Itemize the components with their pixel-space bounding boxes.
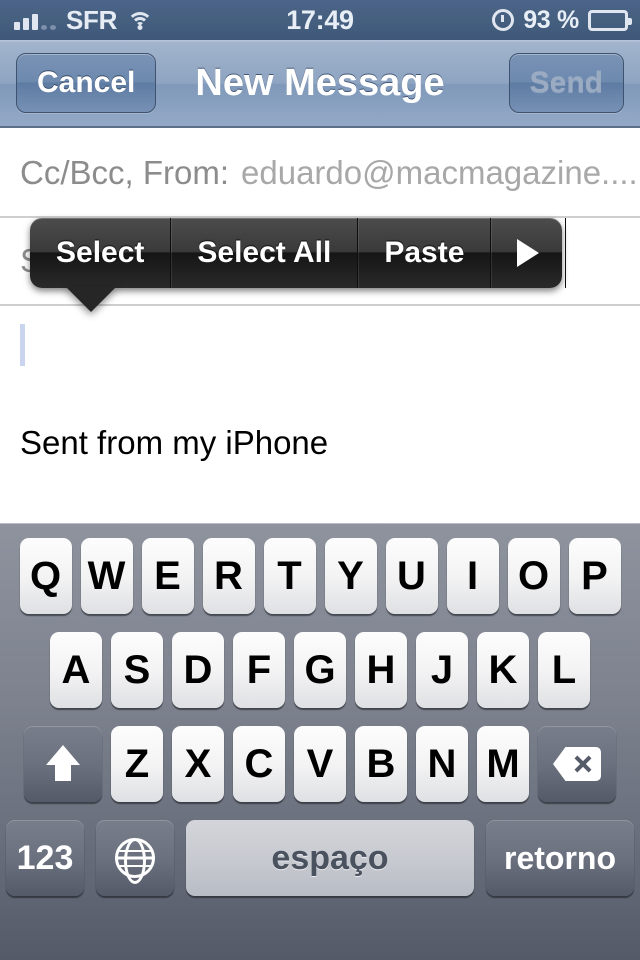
key-b[interactable]: B bbox=[355, 726, 407, 802]
key-g[interactable]: G bbox=[294, 632, 346, 708]
key-i[interactable]: I bbox=[446, 538, 499, 614]
cc-bcc-from-field[interactable]: Cc/Bcc, From: eduardo@macmagazine.... bbox=[0, 130, 640, 218]
paste-menu-item[interactable]: Paste bbox=[358, 218, 492, 288]
keyboard-row-3: Z X C V B N M bbox=[0, 726, 640, 802]
alarm-clock-icon bbox=[492, 9, 515, 31]
text-cursor bbox=[20, 324, 25, 366]
arrow-right-icon bbox=[517, 239, 540, 267]
key-n[interactable]: N bbox=[416, 726, 468, 802]
key-u[interactable]: U bbox=[385, 538, 438, 614]
delete-backspace-icon bbox=[553, 747, 601, 781]
iphone-screen: SFR 17:49 93 % Cancel New Message Send C… bbox=[0, 0, 640, 960]
space-key[interactable]: espaço bbox=[186, 820, 474, 896]
key-l[interactable]: L bbox=[538, 632, 590, 708]
from-address-value: eduardo@macmagazine.... bbox=[241, 154, 638, 191]
key-s[interactable]: S bbox=[111, 632, 163, 708]
battery-percentage: 93 % bbox=[523, 5, 579, 34]
onscreen-keyboard: Q W E R T Y U I O P A S D F G H J K L Z bbox=[0, 523, 640, 960]
language-globe-key[interactable] bbox=[96, 820, 174, 896]
key-e[interactable]: E bbox=[141, 538, 194, 614]
key-w[interactable]: W bbox=[80, 538, 133, 614]
key-t[interactable]: T bbox=[263, 538, 316, 614]
key-m[interactable]: M bbox=[477, 726, 529, 802]
return-key[interactable]: retorno bbox=[486, 820, 634, 896]
key-j[interactable]: J bbox=[416, 632, 468, 708]
battery-icon bbox=[588, 9, 632, 31]
shift-arrow-icon bbox=[46, 745, 80, 783]
keyboard-row-4: 123 espaço retorno bbox=[0, 820, 640, 896]
select-all-menu-item[interactable]: Select All bbox=[171, 218, 359, 288]
key-v[interactable]: V bbox=[294, 726, 346, 802]
select-menu-item[interactable]: Select bbox=[30, 218, 172, 288]
send-button[interactable]: Send bbox=[508, 53, 624, 113]
keyboard-row-1: Q W E R T Y U I O P bbox=[0, 538, 640, 614]
menu-pointer-tail bbox=[65, 286, 117, 312]
key-z[interactable]: Z bbox=[111, 726, 163, 802]
key-x[interactable]: X bbox=[172, 726, 224, 802]
more-options-menu-item[interactable] bbox=[491, 218, 567, 288]
key-c[interactable]: C bbox=[233, 726, 285, 802]
status-bar: SFR 17:49 93 % bbox=[0, 0, 640, 40]
key-y[interactable]: Y bbox=[324, 538, 377, 614]
cancel-button[interactable]: Cancel bbox=[16, 53, 157, 113]
numbers-key[interactable]: 123 bbox=[6, 820, 84, 896]
key-q[interactable]: Q bbox=[19, 538, 72, 614]
key-o[interactable]: O bbox=[507, 538, 560, 614]
key-k[interactable]: K bbox=[477, 632, 529, 708]
message-body[interactable]: Sent from my iPhone bbox=[0, 306, 640, 523]
cc-bcc-from-label: Cc/Bcc, From: bbox=[20, 154, 230, 191]
key-a[interactable]: A bbox=[50, 632, 102, 708]
key-p[interactable]: P bbox=[568, 538, 621, 614]
key-r[interactable]: R bbox=[202, 538, 255, 614]
key-f[interactable]: F bbox=[233, 632, 285, 708]
key-h[interactable]: H bbox=[355, 632, 407, 708]
globe-icon bbox=[115, 838, 155, 878]
key-d[interactable]: D bbox=[172, 632, 224, 708]
status-bar-right: 93 % bbox=[492, 6, 640, 35]
edit-context-menu: Select Select All Paste bbox=[30, 218, 567, 312]
shift-key[interactable] bbox=[24, 726, 102, 802]
keyboard-row-2: A S D F G H J K L bbox=[0, 632, 640, 708]
delete-key[interactable] bbox=[538, 726, 616, 802]
signature-text: Sent from my iPhone bbox=[20, 424, 329, 461]
navigation-bar: Cancel New Message Send bbox=[0, 40, 640, 128]
